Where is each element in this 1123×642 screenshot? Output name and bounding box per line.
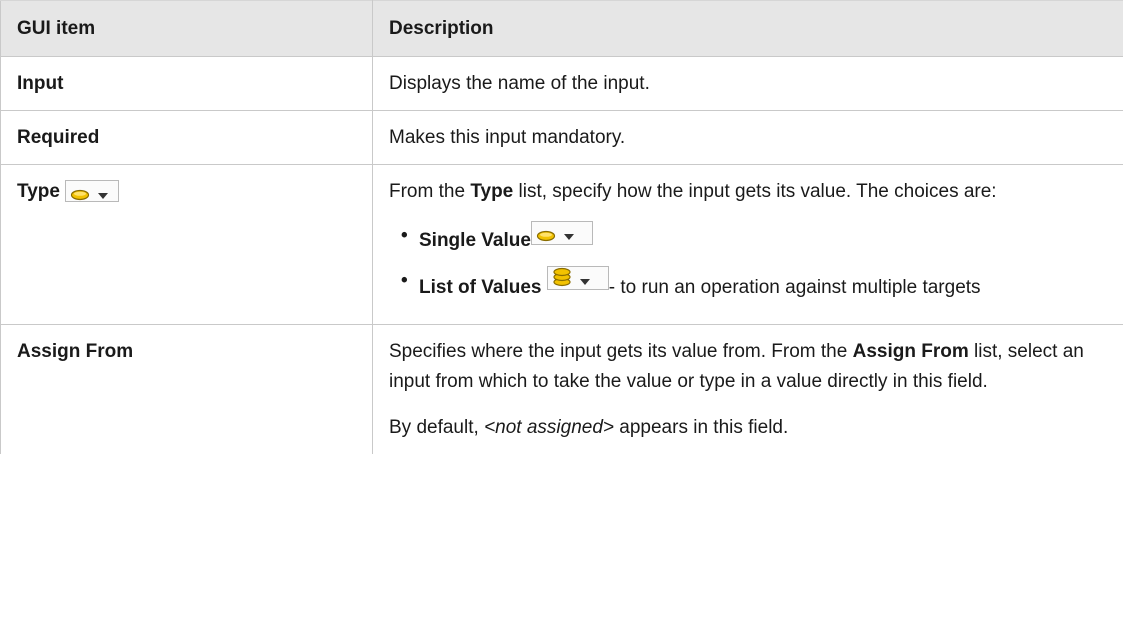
gui-items-table: GUI item Description Input Displays the … bbox=[0, 0, 1123, 455]
list-item: • Single Value bbox=[401, 221, 1107, 256]
row-assign-from-item: Assign From bbox=[0, 324, 373, 455]
table-row: Required Makes this input mandatory. bbox=[0, 110, 1123, 165]
choice-suffix: - to run an operation against multiple t… bbox=[608, 277, 981, 299]
list-of-values-stack-icon bbox=[552, 267, 572, 297]
row-type-description: From the Type list, specify how the inpu… bbox=[372, 163, 1123, 326]
single-value-coin-icon bbox=[536, 222, 556, 252]
row-type-item-label: Type bbox=[17, 181, 60, 202]
header-gui-item: GUI item bbox=[0, 0, 373, 57]
row-input-item: Input bbox=[0, 56, 373, 111]
choice-label: Single Value bbox=[419, 230, 531, 252]
type-choices-list: • Single Value • List of Values - to run… bbox=[389, 221, 1107, 303]
row-required-description: Makes this input mandatory. bbox=[372, 110, 1123, 165]
row-input-description: Displays the name of the input. bbox=[372, 56, 1123, 111]
header-description: Description bbox=[372, 0, 1123, 57]
table-header-row: GUI item Description bbox=[0, 0, 1123, 57]
row-required-item: Required bbox=[0, 110, 373, 165]
row-type-item: Type bbox=[0, 163, 373, 326]
table-row: Type From the Type list, specify how the… bbox=[0, 163, 1123, 326]
chevron-down-icon bbox=[579, 279, 590, 286]
single-value-dropdown-widget bbox=[530, 221, 593, 245]
list-of-values-dropdown-widget bbox=[546, 266, 609, 291]
table-row: Assign From Specifies where the input ge… bbox=[0, 324, 1123, 455]
row-assign-from-description: Specifies where the input gets its value… bbox=[372, 324, 1123, 455]
chevron-down-icon bbox=[98, 192, 109, 199]
list-item: • List of Values - to run an operation a… bbox=[401, 266, 1107, 303]
type-dropdown-widget bbox=[65, 179, 120, 202]
chevron-down-icon bbox=[563, 234, 574, 240]
table-row: Input Displays the name of the input. bbox=[0, 56, 1123, 111]
choice-label: List of Values bbox=[419, 277, 542, 299]
single-value-coin-icon bbox=[70, 181, 90, 211]
